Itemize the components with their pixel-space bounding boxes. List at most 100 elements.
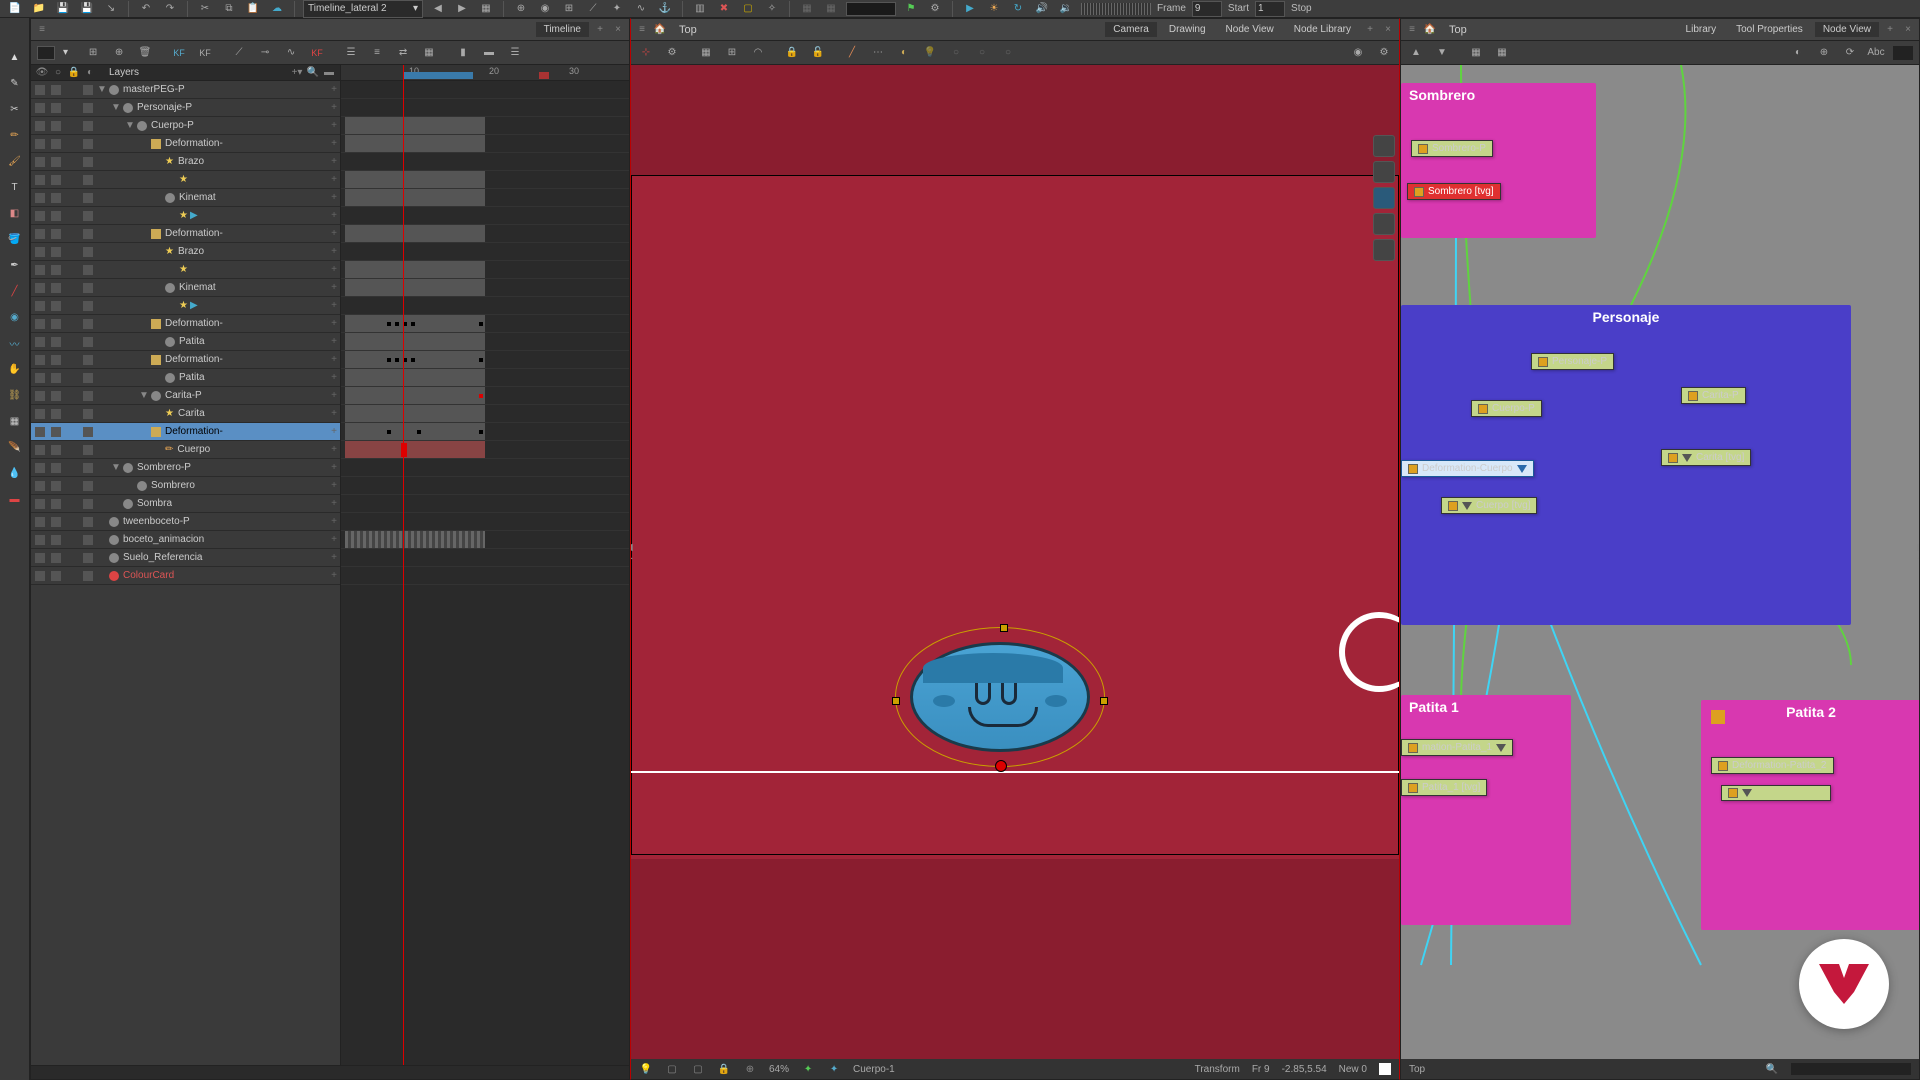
layer-row[interactable]: ★+ [31, 261, 340, 279]
fx-icon[interactable]: ✦ [608, 0, 626, 18]
scene-list-icon[interactable]: ▦ [477, 0, 495, 18]
view-opt5-icon[interactable] [1373, 239, 1395, 261]
delete-layer-icon[interactable]: 🗑 [136, 44, 154, 62]
add-layer-icon[interactable]: ⊞ [84, 44, 102, 62]
node-sombrero-tvg[interactable]: Sombrero [tvg] [1407, 183, 1501, 200]
lock-icon[interactable]: 🔒 [783, 44, 801, 62]
node-personaje-p[interactable]: Personaje-P [1531, 353, 1614, 370]
node-sombrero-p[interactable]: Sombrero-P [1411, 140, 1493, 157]
layer-row[interactable]: Deformation-+ [31, 423, 340, 441]
layer-row[interactable]: Suelo_Referencia+ [31, 549, 340, 567]
bulb-icon[interactable]: 💡 [639, 1062, 653, 1076]
paste-icon[interactable]: 📋 [244, 0, 262, 18]
nv6-icon[interactable]: Abc [1867, 44, 1885, 62]
layer-row[interactable]: Deformation-+ [31, 225, 340, 243]
layer-row[interactable]: boceto_animacion+ [31, 531, 340, 549]
menu-icon[interactable]: ≡ [1405, 23, 1419, 37]
layer-row[interactable]: Deformation-+ [31, 315, 340, 333]
collapse-right-icon[interactable]: ▶◀ [1917, 542, 1919, 564]
nv5-icon[interactable]: ⟳ [1841, 44, 1859, 62]
group-patita2[interactable]: Patita 2 [1701, 700, 1919, 930]
kf-mode-icon[interactable]: KF [308, 44, 326, 62]
track-row[interactable] [341, 99, 629, 117]
view2-icon[interactable]: ▬ [480, 44, 498, 62]
layer-row[interactable]: tweenboceto-P+ [31, 513, 340, 531]
scrub-icon[interactable]: 🔉 [1057, 0, 1075, 18]
dropper-tool-icon[interactable]: 💧 [6, 464, 24, 482]
layer-row[interactable]: Kinemat+ [31, 279, 340, 297]
node-patita1-tvg[interactable]: Patita_1 [tvg] [1401, 779, 1487, 796]
node-carita-tvg[interactable]: Carita [tvg] [1661, 449, 1751, 466]
settings-icon[interactable]: ⚙ [1375, 44, 1393, 62]
solo-icon[interactable]: ○ [51, 66, 65, 80]
breadcrumb-top[interactable]: Top [671, 22, 705, 38]
eraser-tool-icon[interactable]: ◧ [6, 204, 24, 222]
view-opt1-icon[interactable] [1373, 135, 1395, 157]
track-row[interactable] [341, 477, 629, 495]
node-deformation-cuerpo[interactable]: Deformation-Cuerpo [1401, 460, 1534, 477]
track-row[interactable] [341, 315, 629, 333]
layer-row[interactable]: Deformation-+ [31, 135, 340, 153]
node-def-patita2[interactable]: Deformation-Patita_2 [1711, 757, 1834, 774]
add-tab-icon[interactable]: + [1363, 23, 1377, 37]
copy-icon[interactable]: ⧉ [220, 0, 238, 18]
start-input[interactable] [1255, 1, 1285, 17]
select-tool-icon[interactable]: ▲ [6, 48, 24, 66]
gear-icon[interactable]: ⚙ [926, 0, 944, 18]
contour-tool-icon[interactable]: ✎ [6, 74, 24, 92]
grid-b-icon[interactable]: ▦ [822, 0, 840, 18]
track-row[interactable] [341, 387, 629, 405]
track-row[interactable] [341, 153, 629, 171]
group-patita1[interactable]: Patita 1 [1401, 695, 1571, 925]
blur3-icon[interactable]: ○ [999, 44, 1017, 62]
tab-timeline[interactable]: Timeline [536, 22, 589, 37]
line-icon[interactable]: ╱ [843, 44, 861, 62]
lock-icon[interactable]: 🔒 [67, 66, 81, 80]
onion-icon[interactable]: ☰ [342, 44, 360, 62]
layer-row[interactable]: Kinemat+ [31, 189, 340, 207]
character[interactable] [910, 642, 1090, 752]
layer-row[interactable]: ▼Sombrero-P+ [31, 459, 340, 477]
track-row[interactable] [341, 333, 629, 351]
line-tool-icon[interactable]: ╱ [6, 282, 24, 300]
stop-motion-icon[interactable]: ⊸ [256, 44, 274, 62]
nv1-icon[interactable]: ▦ [1467, 44, 1485, 62]
layer-row[interactable]: ColourCard+ [31, 567, 340, 585]
view-opt4-icon[interactable] [1373, 213, 1395, 235]
eye-icon[interactable]: 👁 [35, 66, 49, 80]
close-tab-icon[interactable]: × [1901, 23, 1915, 37]
safe-icon[interactable]: ◠ [749, 44, 767, 62]
pencil-tool-icon[interactable]: ✏ [6, 126, 24, 144]
blur1-icon[interactable]: ○ [947, 44, 965, 62]
kf-add-icon[interactable]: KF [170, 44, 188, 62]
align-icon[interactable]: ▥ [691, 0, 709, 18]
render-mode-icon[interactable]: ◉ [1349, 44, 1367, 62]
tab-nodeview[interactable]: Node View [1815, 22, 1879, 37]
order-dn-icon[interactable]: ▼ [1433, 44, 1451, 62]
layer-row[interactable]: ★Carita+ [31, 405, 340, 423]
cutter-tool-icon[interactable]: ✂ [6, 100, 24, 118]
scene-next-icon[interactable]: ▶ [453, 0, 471, 18]
layer-row[interactable]: ★Brazo+ [31, 243, 340, 261]
brush-tool-icon[interactable]: 🖌 [6, 152, 24, 170]
blur2-icon[interactable]: ○ [973, 44, 991, 62]
search-icon[interactable]: 🔍 [306, 66, 320, 80]
unlock-icon[interactable]: 🔓 [809, 44, 827, 62]
show-def-icon[interactable]: ⊹ [637, 44, 655, 62]
layer-row[interactable]: Sombra+ [31, 495, 340, 513]
close-tab-icon[interactable]: × [611, 23, 625, 37]
motion-icon[interactable]: ⟋ [230, 44, 248, 62]
save-all-icon[interactable]: 💾 [78, 0, 96, 18]
timeline-ruler[interactable]: 10 20 30 [341, 65, 629, 81]
path-icon[interactable]: ⟋ [584, 0, 602, 18]
kf-del-icon[interactable]: KF [196, 44, 214, 62]
flip-icon[interactable]: ⇄ [394, 44, 412, 62]
stamp-tool-icon[interactable]: ▬ [6, 490, 24, 508]
deform-tool-icon[interactable]: 〰 [6, 334, 24, 352]
collapse-left-icon[interactable]: ◀▶ [631, 542, 633, 564]
track-row[interactable] [341, 117, 629, 135]
track-row[interactable] [341, 369, 629, 387]
spark-icon[interactable]: ✧ [763, 0, 781, 18]
text-tool-icon[interactable]: T [6, 178, 24, 196]
open-icon[interactable]: 📁 [30, 0, 48, 18]
